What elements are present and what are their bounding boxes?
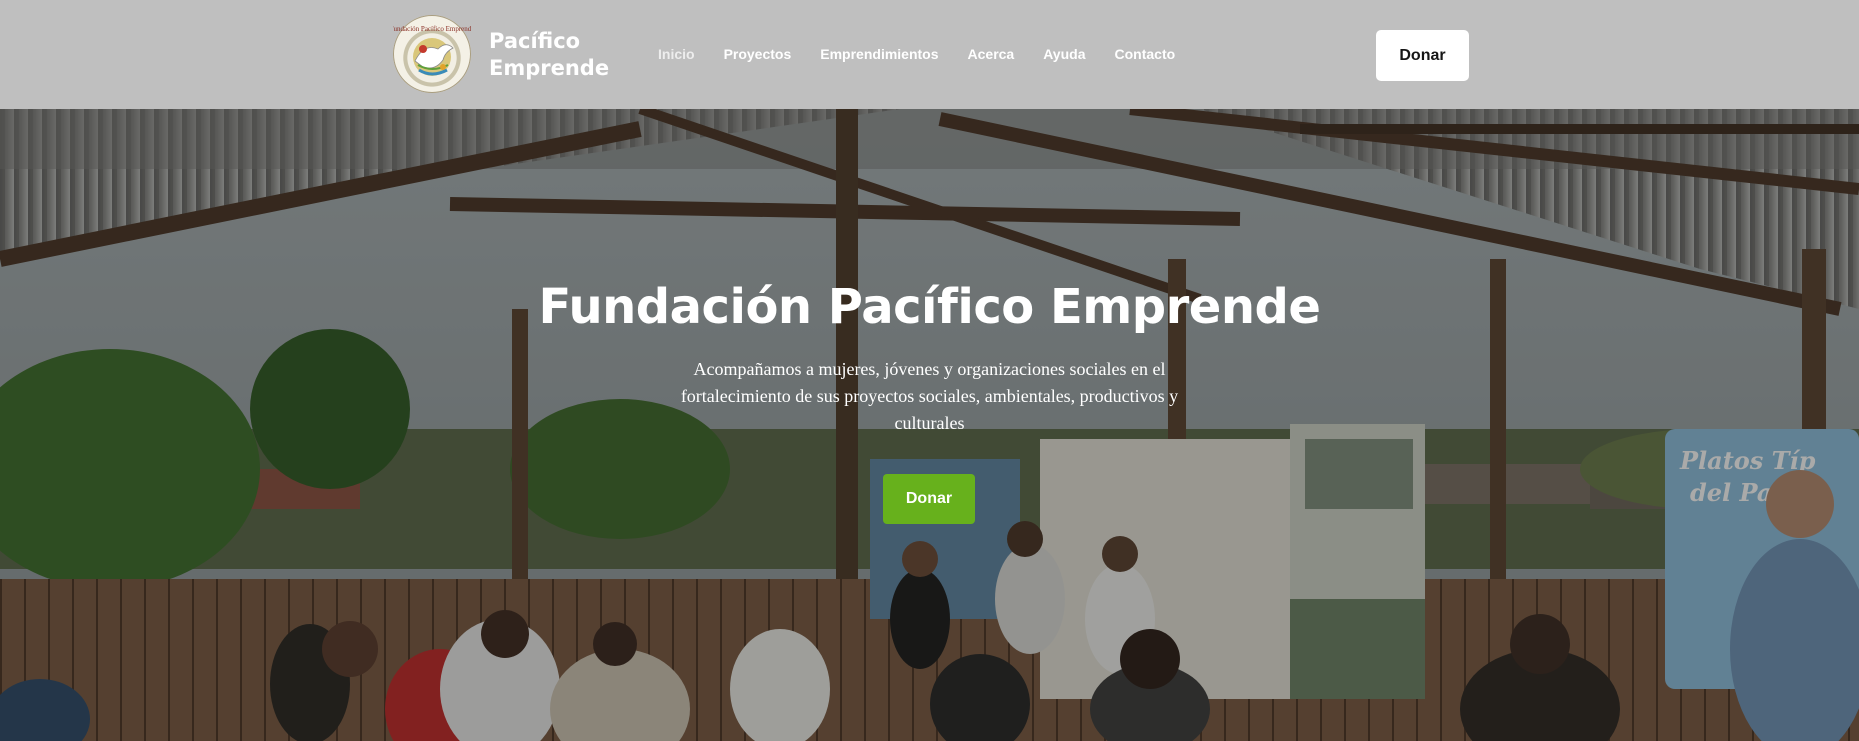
main-nav: Inicio Proyectos Emprendimientos Acerca … — [658, 46, 1175, 62]
brand-line-2: Emprende — [489, 56, 610, 80]
brand-line-1: Pacífico — [489, 29, 581, 53]
foundation-logo[interactable]: Fundación Pacífico Emprende — [393, 15, 471, 93]
nav-link-emprendimientos[interactable]: Emprendimientos — [820, 46, 938, 62]
nav-link-inicio[interactable]: Inicio — [658, 46, 695, 62]
hero-subtitle: Acompañamos a mujeres, jóvenes y organiz… — [680, 359, 1179, 433]
brand-name[interactable]: Pacífico Emprende — [489, 28, 629, 82]
hero-title: Fundación Pacífico Emprende — [538, 279, 1321, 335]
hero-section: Platos Típ del Pacífi Fundación Pacífico… — [0, 109, 1859, 741]
site-header: Fundación Pacífico Emprende Pacífico Emp… — [0, 0, 1859, 109]
nav-link-acerca[interactable]: Acerca — [968, 46, 1015, 62]
donate-button-header[interactable]: Donar — [1376, 30, 1469, 81]
logo-text: Fundación Pacífico Emprende — [393, 25, 471, 33]
donate-button-hero[interactable]: Donar — [883, 474, 975, 524]
nav-link-ayuda[interactable]: Ayuda — [1043, 46, 1085, 62]
nav-link-proyectos[interactable]: Proyectos — [724, 46, 792, 62]
logo-emblem-icon: Fundación Pacífico Emprende — [393, 25, 471, 76]
nav-link-contacto[interactable]: Contacto — [1115, 46, 1176, 62]
